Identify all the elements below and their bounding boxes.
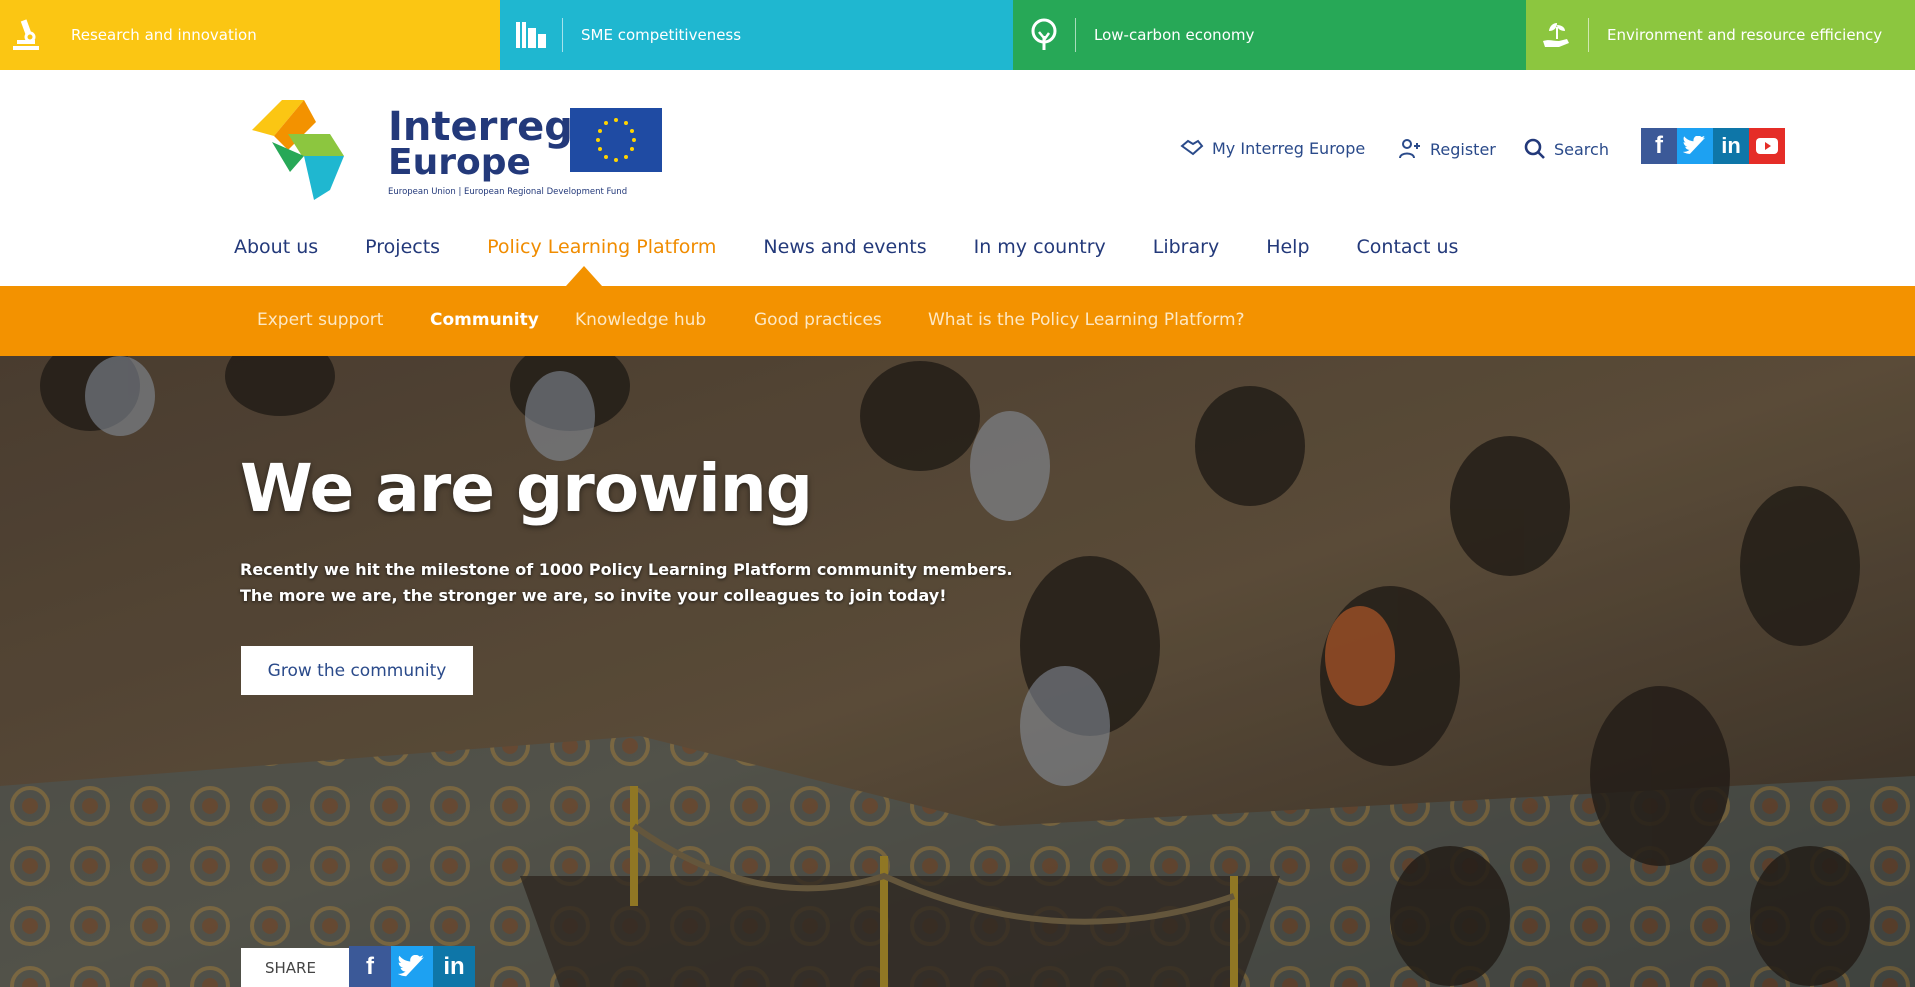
microscope-icon <box>0 0 52 70</box>
buildings-icon <box>500 0 562 70</box>
share-linkedin-icon[interactable]: in <box>433 946 475 987</box>
grow-community-button[interactable]: Grow the community <box>241 646 473 695</box>
topic-divider <box>52 18 53 52</box>
hero-description-line1: Recently we hit the milestone of 1000 Po… <box>240 560 1013 579</box>
share-buttons: f in <box>349 946 475 987</box>
thematic-bar: Research and innovation SME competitiven… <box>0 0 1915 70</box>
subnav-community[interactable]: Community <box>430 310 539 330</box>
interreg-europe-logo[interactable]: Interreg Europe European Union | Europea… <box>244 94 674 206</box>
share-label: SHARE <box>241 948 349 987</box>
subnav-what-is-plp[interactable]: What is the Policy Learning Platform? <box>928 310 1245 330</box>
topic-label: Research and innovation <box>71 26 257 44</box>
topic-label: Environment and resource efficiency <box>1607 26 1883 44</box>
share-facebook-icon[interactable]: f <box>349 946 391 987</box>
nav-in-my-country[interactable]: In my country <box>974 236 1106 258</box>
linkedin-icon[interactable]: in <box>1713 128 1749 164</box>
topic-label: SME competitiveness <box>581 26 742 44</box>
search-link[interactable]: Search <box>1524 138 1609 160</box>
handshake-icon <box>1180 139 1204 156</box>
share-twitter-icon[interactable] <box>391 946 433 987</box>
nav-news-events[interactable]: News and events <box>763 236 926 258</box>
twitter-icon[interactable] <box>1677 128 1713 164</box>
my-interreg-link[interactable]: My Interreg Europe <box>1180 138 1365 158</box>
hero-title: We are growing <box>240 450 813 527</box>
nav-about-us[interactable]: About us <box>234 236 318 258</box>
topic-divider <box>1588 18 1589 52</box>
topic-low-carbon[interactable]: Low-carbon economy <box>1013 0 1526 70</box>
nav-contact-us[interactable]: Contact us <box>1357 236 1459 258</box>
search-icon <box>1524 138 1545 159</box>
search-label: Search <box>1554 139 1609 159</box>
topic-research-innovation[interactable]: Research and innovation <box>0 0 500 70</box>
topic-divider <box>562 18 563 52</box>
nav-projects[interactable]: Projects <box>365 236 440 258</box>
main-navigation: About us Projects Policy Learning Platfo… <box>234 236 1458 258</box>
add-user-icon <box>1399 139 1420 159</box>
sub-navigation: Expert support Community Knowledge hub G… <box>0 286 1915 356</box>
logo-word-europe: Europe <box>388 142 531 183</box>
topic-environment[interactable]: Environment and resource efficiency <box>1526 0 1915 70</box>
subnav-knowledge-hub[interactable]: Knowledge hub <box>575 310 706 330</box>
hero-description-line2: The more we are, the stronger we are, so… <box>240 586 947 605</box>
topic-sme-competitiveness[interactable]: SME competitiveness <box>500 0 1013 70</box>
nav-library[interactable]: Library <box>1153 236 1219 258</box>
nav-help[interactable]: Help <box>1266 236 1309 258</box>
register-link[interactable]: Register <box>1398 138 1496 160</box>
tree-icon <box>1013 0 1075 70</box>
youtube-icon[interactable] <box>1749 128 1785 164</box>
topic-divider <box>1075 18 1076 52</box>
register-label: Register <box>1430 139 1496 159</box>
facebook-icon[interactable]: f <box>1641 128 1677 164</box>
nav-policy-learning-platform[interactable]: Policy Learning Platform <box>487 236 716 258</box>
subnav-good-practices[interactable]: Good practices <box>754 310 882 330</box>
hand-plant-icon <box>1526 0 1588 70</box>
topic-label: Low-carbon economy <box>1094 26 1255 44</box>
subnav-expert-support[interactable]: Expert support <box>257 310 383 330</box>
social-links-header: f in <box>1641 128 1785 164</box>
hero-banner: We are growing Recently we hit the miles… <box>0 356 1915 987</box>
my-interreg-label: My Interreg Europe <box>1212 138 1366 158</box>
logo-tagline: European Union | European Regional Devel… <box>388 187 627 197</box>
active-nav-indicator <box>566 266 602 286</box>
